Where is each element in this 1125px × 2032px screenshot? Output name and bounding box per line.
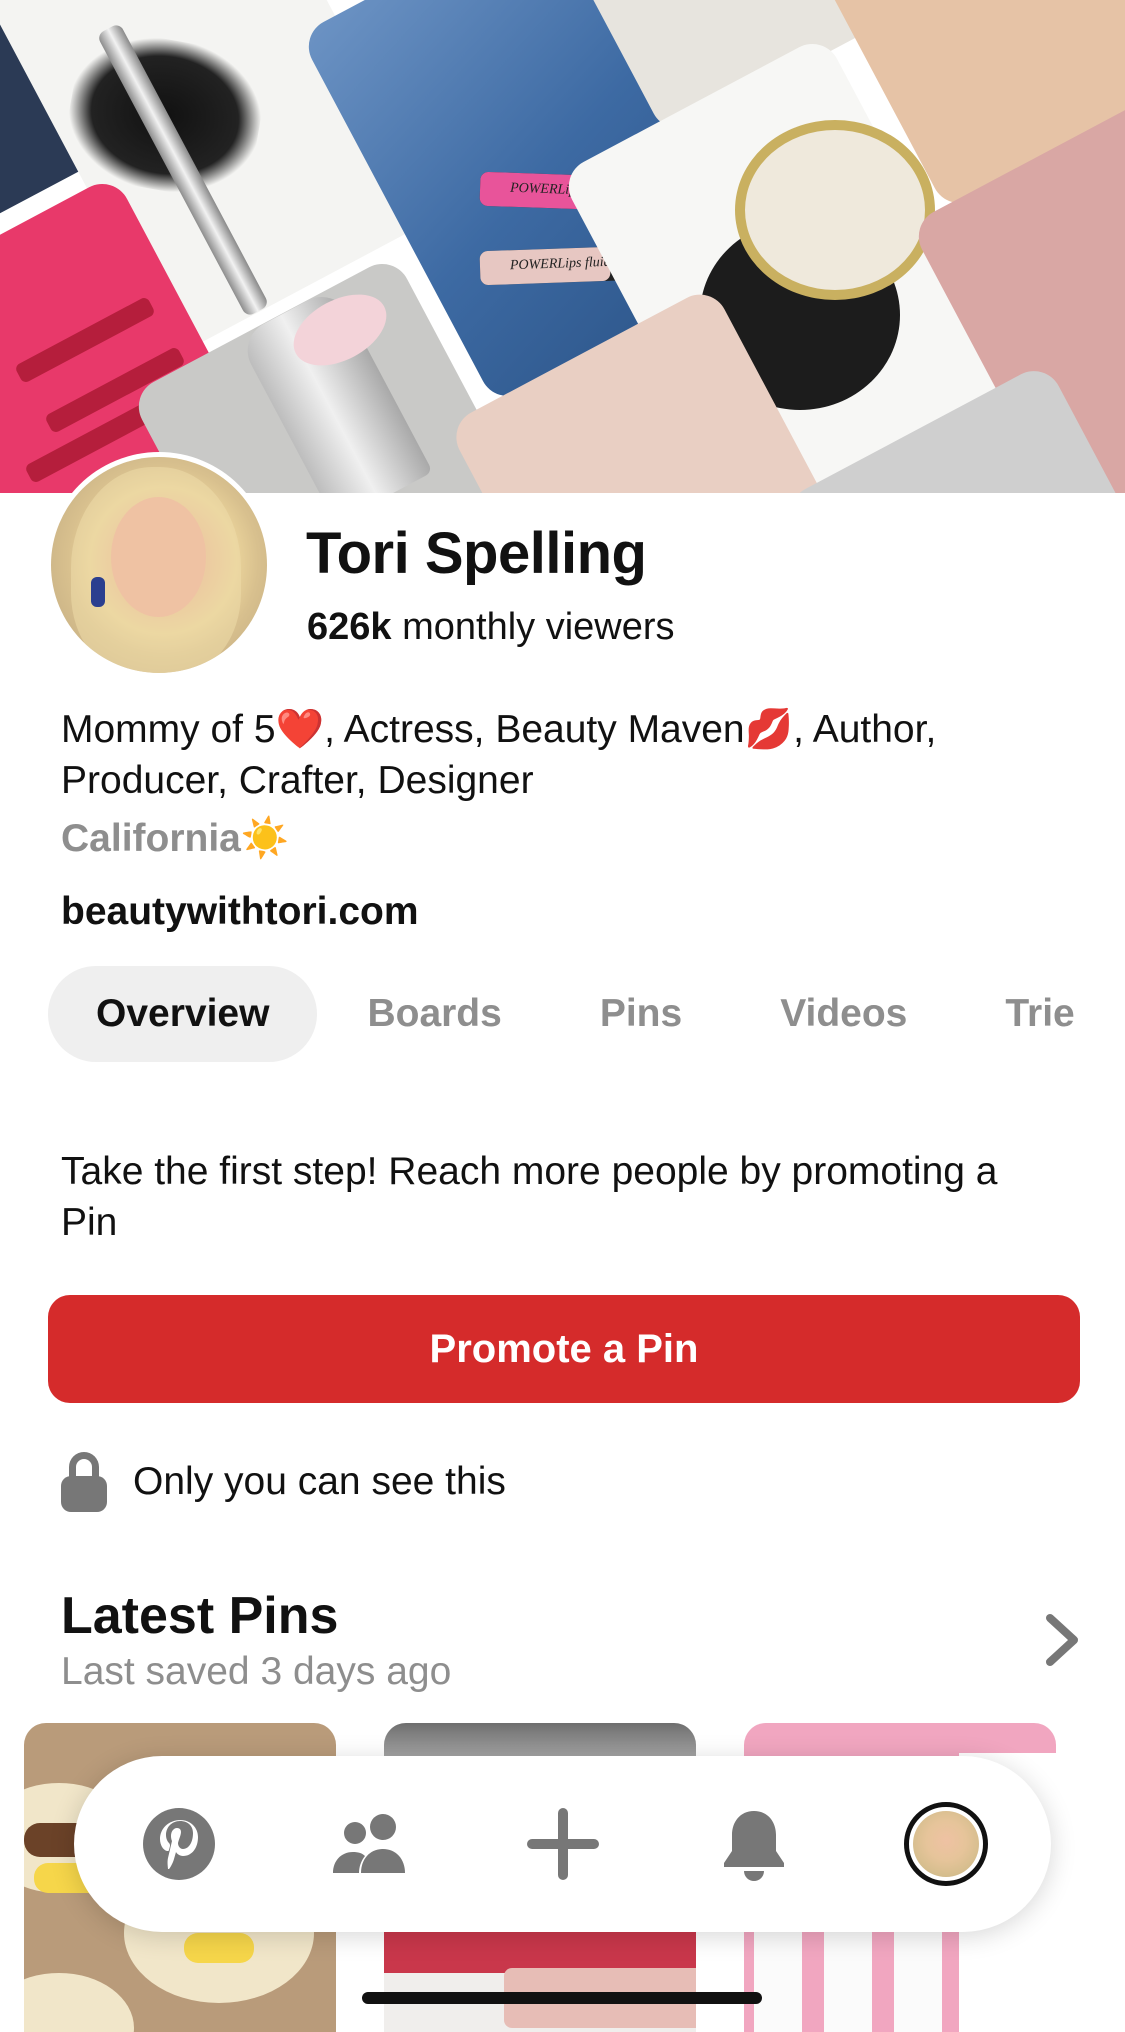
latest-pins-title: Latest Pins bbox=[61, 1587, 339, 1645]
tab-videos[interactable]: Videos bbox=[732, 966, 955, 1062]
profile-name: Tori Spelling bbox=[306, 521, 647, 586]
profile-cover-collage: POWERLips fluid POWERLips fluid bbox=[0, 0, 1125, 493]
profile-bio: Mommy of 5❤️, Actress, Beauty Maven💋, Au… bbox=[61, 708, 937, 802]
nav-notifications[interactable] bbox=[694, 1756, 814, 1932]
profile-location: California☀️ bbox=[61, 817, 290, 860]
tab-boards[interactable]: Boards bbox=[319, 966, 549, 1062]
nav-create[interactable] bbox=[503, 1756, 623, 1932]
profile-photo bbox=[51, 457, 267, 673]
monthly-viewers: 626k monthly viewers bbox=[307, 606, 675, 649]
lock-icon bbox=[61, 1452, 107, 1512]
bell-icon bbox=[724, 1811, 784, 1881]
latest-pins-subtitle: Last saved 3 days ago bbox=[61, 1650, 452, 1693]
nav-profile[interactable] bbox=[886, 1756, 1006, 1932]
privacy-note: Only you can see this bbox=[61, 1452, 506, 1512]
home-indicator[interactable] bbox=[362, 1992, 762, 2004]
following-icon bbox=[333, 1814, 405, 1873]
pinterest-logo-icon bbox=[143, 1808, 215, 1880]
promote-pin-button[interactable]: Promote a Pin bbox=[48, 1295, 1080, 1403]
nav-following[interactable] bbox=[311, 1756, 431, 1932]
tab-overview[interactable]: Overview bbox=[48, 966, 318, 1062]
viewer-label: monthly viewers bbox=[391, 606, 675, 648]
tab-tried[interactable]: Trie bbox=[957, 966, 1122, 1062]
profile-tabs: Overview Boards Pins Videos Trie bbox=[48, 966, 1125, 1062]
profile-avatar-small bbox=[904, 1802, 988, 1886]
nav-home[interactable] bbox=[119, 1756, 239, 1932]
tab-pins[interactable]: Pins bbox=[552, 966, 730, 1062]
privacy-note-text: Only you can see this bbox=[133, 1460, 506, 1503]
bottom-navigation bbox=[74, 1756, 1051, 1932]
chevron-right-icon[interactable] bbox=[1040, 1612, 1084, 1668]
viewer-count: 626k bbox=[307, 606, 392, 648]
profile-avatar[interactable] bbox=[46, 452, 272, 678]
body-butter-lid-image bbox=[735, 120, 935, 300]
plus-icon bbox=[527, 1808, 599, 1880]
promote-message: Take the first step! Reach more people b… bbox=[61, 1150, 998, 1244]
profile-website-link[interactable]: beautywithtori.com bbox=[61, 890, 419, 934]
